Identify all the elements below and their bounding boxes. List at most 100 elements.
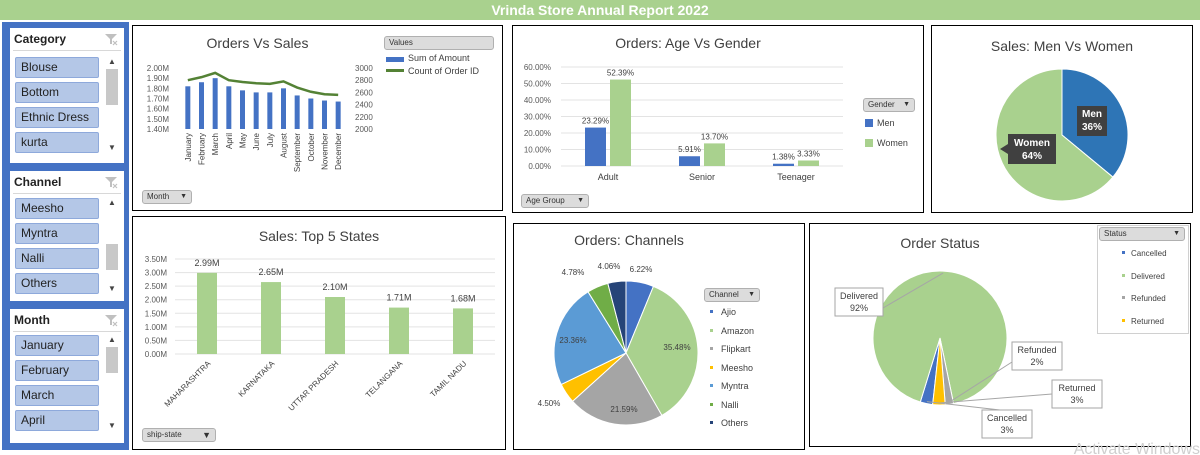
data-label: 35.48% bbox=[663, 343, 690, 352]
data-label: 23.36% bbox=[559, 336, 586, 345]
legend-myntra: Myntra bbox=[710, 381, 749, 391]
channel-legend-button[interactable]: Channel ▼ bbox=[704, 288, 760, 302]
data-label: 4.50% bbox=[538, 399, 561, 408]
x-tick-label: October bbox=[307, 133, 316, 162]
y-tick-label: 30.00% bbox=[524, 113, 551, 122]
slicer-item-bottom[interactable]: Bottom bbox=[15, 82, 99, 103]
category-slicer: Category Blouse Bottom Ethnic Dress kurt… bbox=[10, 28, 124, 163]
data-label: 21.59% bbox=[610, 405, 637, 414]
bar bbox=[267, 92, 273, 129]
y2-tick-label: 2000 bbox=[355, 125, 373, 134]
data-label: 1.68M bbox=[450, 293, 475, 303]
scroll-thumb[interactable] bbox=[106, 347, 118, 373]
cancelled-pct-label: 3% bbox=[1000, 425, 1013, 435]
slicer-item-april[interactable]: April bbox=[15, 410, 99, 431]
x-tick-label: Adult bbox=[598, 172, 619, 182]
slicer-item-february[interactable]: February bbox=[15, 360, 99, 381]
scroll-up-icon[interactable]: ▲ bbox=[106, 335, 118, 345]
slicer-scrollbar[interactable]: ▲ ▼ bbox=[106, 57, 118, 153]
bar bbox=[199, 82, 204, 129]
bar bbox=[308, 98, 314, 129]
x-tick-label: MAHARASHTRA bbox=[163, 359, 213, 409]
age-group-field-button[interactable]: Age Group ▼ bbox=[521, 194, 589, 208]
bar bbox=[389, 307, 409, 354]
legend-ajio: Ajio bbox=[710, 307, 736, 317]
scroll-down-icon[interactable]: ▼ bbox=[106, 143, 118, 153]
legend-men: Men bbox=[865, 118, 895, 128]
top-states-panel: Sales: Top 5 States 3.50M 3.00M 2.50M 2.00M… bbox=[132, 216, 506, 450]
y-tick-label: 3.00M bbox=[145, 269, 168, 278]
bar bbox=[261, 282, 281, 354]
dropdown-icon: ▼ bbox=[577, 197, 584, 204]
gender-legend-button[interactable]: Gender ▼ bbox=[863, 98, 915, 112]
men-pct-label: 36% bbox=[1082, 122, 1102, 133]
slicer-panel: Category Blouse Bottom Ethnic Dress kurt… bbox=[2, 22, 129, 450]
channels-chart: 6.22% 35.48% 21.59% 4.50% 23.36% 4.78% 4.06% bbox=[538, 262, 699, 426]
bar bbox=[185, 86, 191, 129]
y-tick-label: 1.50M bbox=[145, 309, 168, 318]
slicer-scrollbar[interactable]: ▲ ▼ bbox=[106, 335, 118, 431]
slicer-item-blouse[interactable]: Blouse bbox=[15, 57, 99, 78]
top-states-chart: 3.50M 3.00M 2.50M 2.00M 1.50M 1.00M 0.50M 0.00M… bbox=[145, 255, 495, 413]
y-tick-label: 20.00% bbox=[524, 129, 551, 138]
bar bbox=[704, 143, 725, 166]
slicer-item-kurta[interactable]: kurta bbox=[15, 132, 99, 153]
channel-button-label: Channel bbox=[709, 290, 739, 299]
slicer-item-others[interactable]: Others bbox=[15, 273, 99, 294]
slicer-item-ethnic-dress[interactable]: Ethnic Dress bbox=[15, 107, 99, 128]
month-field-label: Month bbox=[147, 192, 170, 201]
scroll-up-icon[interactable]: ▲ bbox=[106, 57, 118, 67]
x-tick-label: December bbox=[334, 133, 343, 170]
month-field-button[interactable]: Month ▼ bbox=[142, 190, 192, 204]
slicer-item-meesho[interactable]: Meesho bbox=[15, 198, 99, 219]
men-women-chart: Men 36% Women 64% bbox=[995, 68, 1129, 202]
bar bbox=[253, 92, 259, 129]
month-slicer: Month January February March April ▲ ▼ bbox=[10, 309, 124, 443]
scroll-down-icon[interactable]: ▼ bbox=[106, 421, 118, 431]
data-label: 4.78% bbox=[562, 268, 585, 277]
x-tick-label: April bbox=[225, 133, 234, 149]
x-tick-label: March bbox=[211, 133, 220, 155]
bar bbox=[585, 127, 606, 166]
month-slicer-title: Month bbox=[14, 313, 50, 327]
data-label: 6.22% bbox=[630, 265, 653, 274]
data-label: 2.10M bbox=[322, 282, 347, 292]
ship-state-field-button[interactable]: ship-state ▼ bbox=[142, 428, 216, 442]
data-label: 13.70% bbox=[701, 132, 728, 141]
slicer-item-nalli[interactable]: Nalli bbox=[15, 248, 99, 269]
returned-pct-label: 3% bbox=[1070, 395, 1083, 405]
orders-vs-sales-chart: 2.00M1.90M1.80M 1.70M1.60M1.50M1.40M 3000 2… bbox=[147, 64, 374, 172]
channel-slicer: Channel Meesho Myntra Nalli Others ▲ ▼ bbox=[10, 171, 124, 301]
scroll-thumb[interactable] bbox=[106, 69, 118, 105]
order-status-panel: Order Status Status ▼ Cancelled Delivered R… bbox=[809, 223, 1191, 447]
y-tick-label: 1.00M bbox=[145, 323, 168, 332]
x-tick-label: September bbox=[293, 133, 302, 172]
order-status-chart: Delivered 92% Refunded 2% Returned 3% Cancelle… bbox=[834, 270, 1103, 439]
bar bbox=[325, 297, 345, 354]
slicer-item-march[interactable]: March bbox=[15, 385, 99, 406]
clear-filter-icon[interactable] bbox=[104, 32, 118, 46]
y-tick-label: 0.00% bbox=[528, 162, 551, 171]
men-women-panel: Sales: Men Vs Women Men 36% Women 64% bbox=[931, 25, 1193, 213]
returned-label: Returned bbox=[1058, 383, 1095, 393]
x-tick-label: TAMIL NADU bbox=[428, 359, 468, 399]
clear-filter-icon[interactable] bbox=[104, 175, 118, 189]
scroll-up-icon[interactable]: ▲ bbox=[106, 198, 118, 208]
slicer-item-myntra[interactable]: Myntra bbox=[15, 223, 99, 244]
bar bbox=[335, 101, 341, 129]
delivered-label: Delivered bbox=[840, 291, 878, 301]
slicer-item-january[interactable]: January bbox=[15, 335, 99, 356]
slicer-scrollbar[interactable]: ▲ ▼ bbox=[106, 198, 118, 294]
age-gender-panel: Orders: Age Vs Gender 60.00% 50.00% 40.00%… bbox=[512, 25, 924, 213]
data-label: 5.91% bbox=[678, 145, 701, 154]
x-tick-label: Senior bbox=[689, 172, 715, 182]
data-label: 2.65M bbox=[258, 267, 283, 277]
x-tick-label: UTTAR PRADESH bbox=[287, 359, 341, 413]
clear-filter-icon[interactable] bbox=[104, 313, 118, 327]
scroll-down-icon[interactable]: ▼ bbox=[106, 284, 118, 294]
bar bbox=[679, 156, 700, 166]
y-tick-label: 1.50M bbox=[147, 115, 170, 124]
channels-panel: Orders: Channels 6.22% 35.48% 21.59% 4.50% 2… bbox=[513, 223, 805, 450]
scroll-thumb[interactable] bbox=[106, 244, 118, 270]
data-label: 1.38% bbox=[772, 153, 795, 162]
